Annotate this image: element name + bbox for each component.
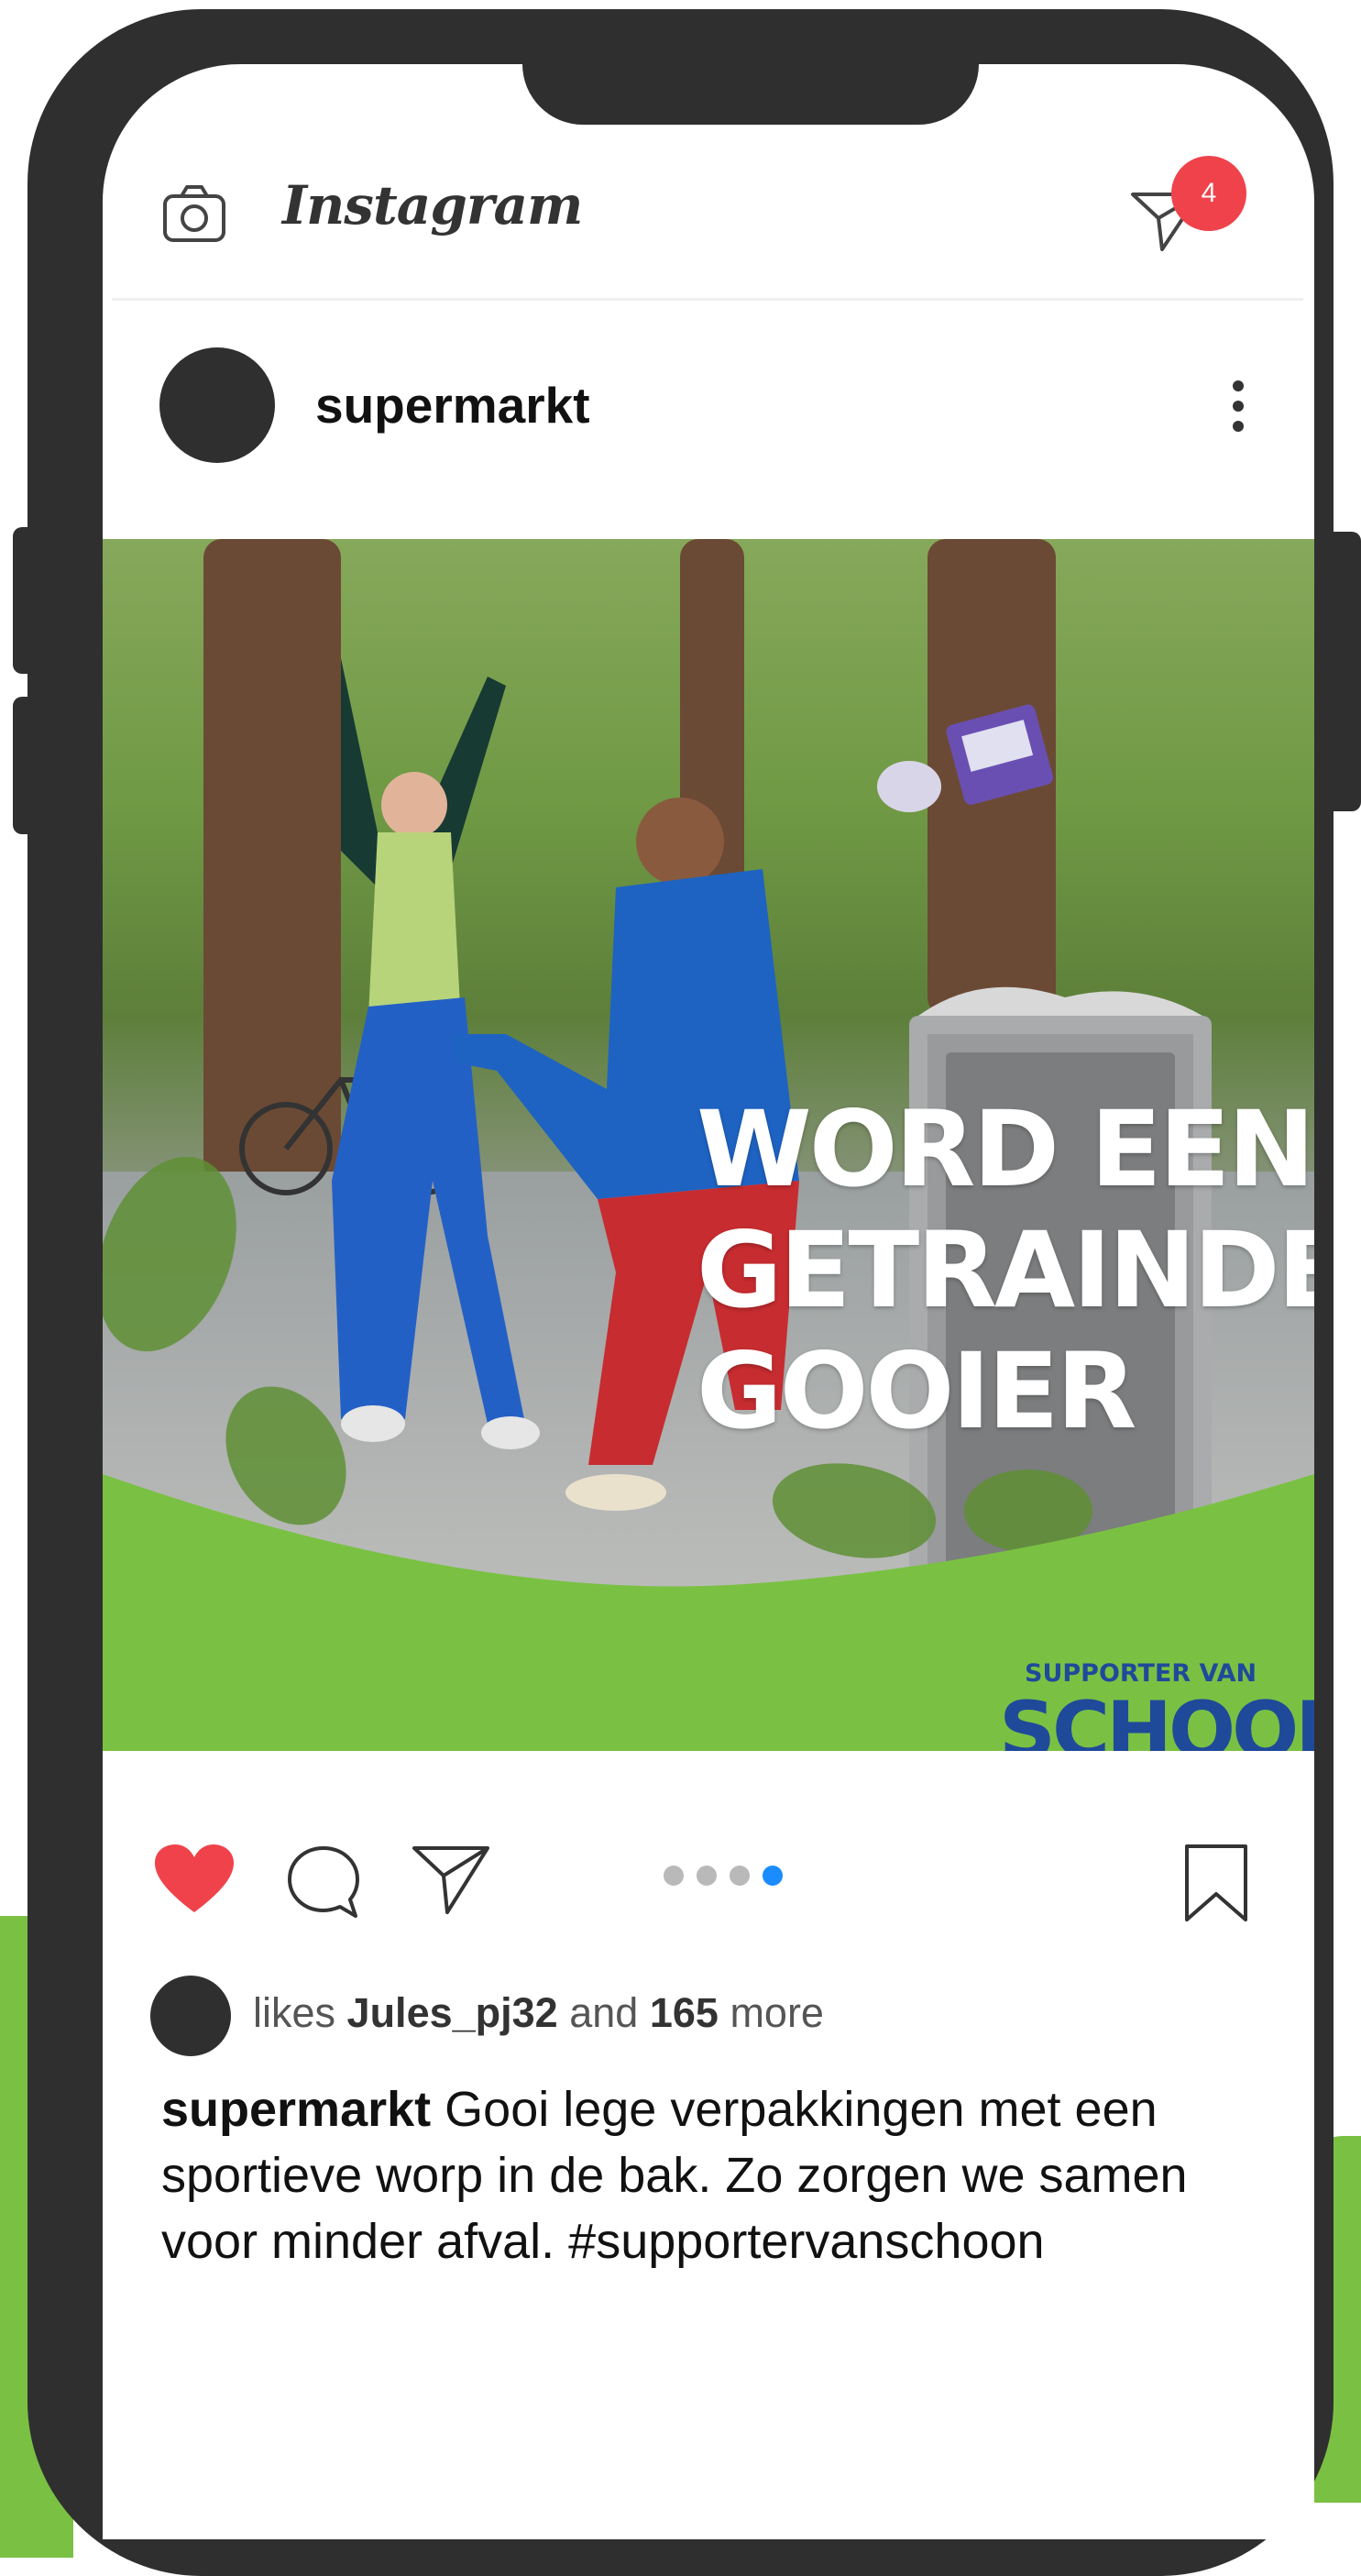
brand-subtitle: SUPPORTER VAN <box>1025 1659 1257 1688</box>
brand-title: SCHOON <box>999 1685 1314 1751</box>
carousel-dot[interactable] <box>664 1866 684 1886</box>
phone-power-button <box>1324 532 1361 811</box>
headline-line-2: GETRAINDE <box>697 1209 1314 1331</box>
headline-line-1: WORD EEN <box>697 1088 1314 1210</box>
heart-icon[interactable] <box>153 1843 236 1916</box>
likes-prefix: likes <box>253 1989 336 2036</box>
post-author-username[interactable]: supermarkt <box>315 376 590 435</box>
likes-summary[interactable]: likes Jules_pj32 and 165 more <box>253 1989 824 2037</box>
phone-frame: Instagram 4 supermarkt WORD EEN GETRAIND… <box>27 9 1334 2576</box>
camera-icon[interactable] <box>161 182 227 248</box>
bookmark-icon[interactable] <box>1180 1843 1253 1923</box>
post-action-bar <box>103 1843 1314 1934</box>
phone-screen: Instagram 4 supermarkt WORD EEN GETRAIND… <box>103 64 1314 2539</box>
comment-icon[interactable] <box>284 1843 363 1921</box>
carousel-dot[interactable] <box>697 1866 717 1886</box>
app-logo: Instagram <box>282 174 583 237</box>
carousel-dot-active[interactable] <box>763 1866 783 1886</box>
phone-notch <box>522 64 979 125</box>
more-options-icon[interactable] <box>1233 380 1246 432</box>
liker-avatar[interactable] <box>150 1976 231 2056</box>
likes-suffix: more <box>730 1989 824 2036</box>
likes-count[interactable]: 165 <box>650 1989 719 2036</box>
notification-badge[interactable]: 4 <box>1171 156 1246 231</box>
phone-volume-down-button <box>13 697 49 834</box>
carousel-indicator <box>664 1866 783 1886</box>
share-icon[interactable] <box>411 1843 491 1916</box>
caption-username[interactable]: supermarkt <box>161 2082 431 2137</box>
post-image[interactable]: WORD EEN GETRAINDE GOOIER SUPPORTER VAN … <box>103 539 1314 1751</box>
post-headline: WORD EEN GETRAINDE GOOIER <box>697 1089 1314 1452</box>
post-caption: supermarkt Gooi lege verpakkingen met ee… <box>161 2076 1215 2274</box>
post-author-avatar[interactable] <box>159 347 275 463</box>
header-divider <box>112 298 1303 301</box>
carousel-dot[interactable] <box>730 1866 750 1886</box>
likes-middle: and <box>569 1989 639 2036</box>
phone-volume-up-button <box>13 527 49 674</box>
likes-user[interactable]: Jules_pj32 <box>347 1989 558 2036</box>
headline-line-3: GOOIER <box>697 1330 1136 1452</box>
